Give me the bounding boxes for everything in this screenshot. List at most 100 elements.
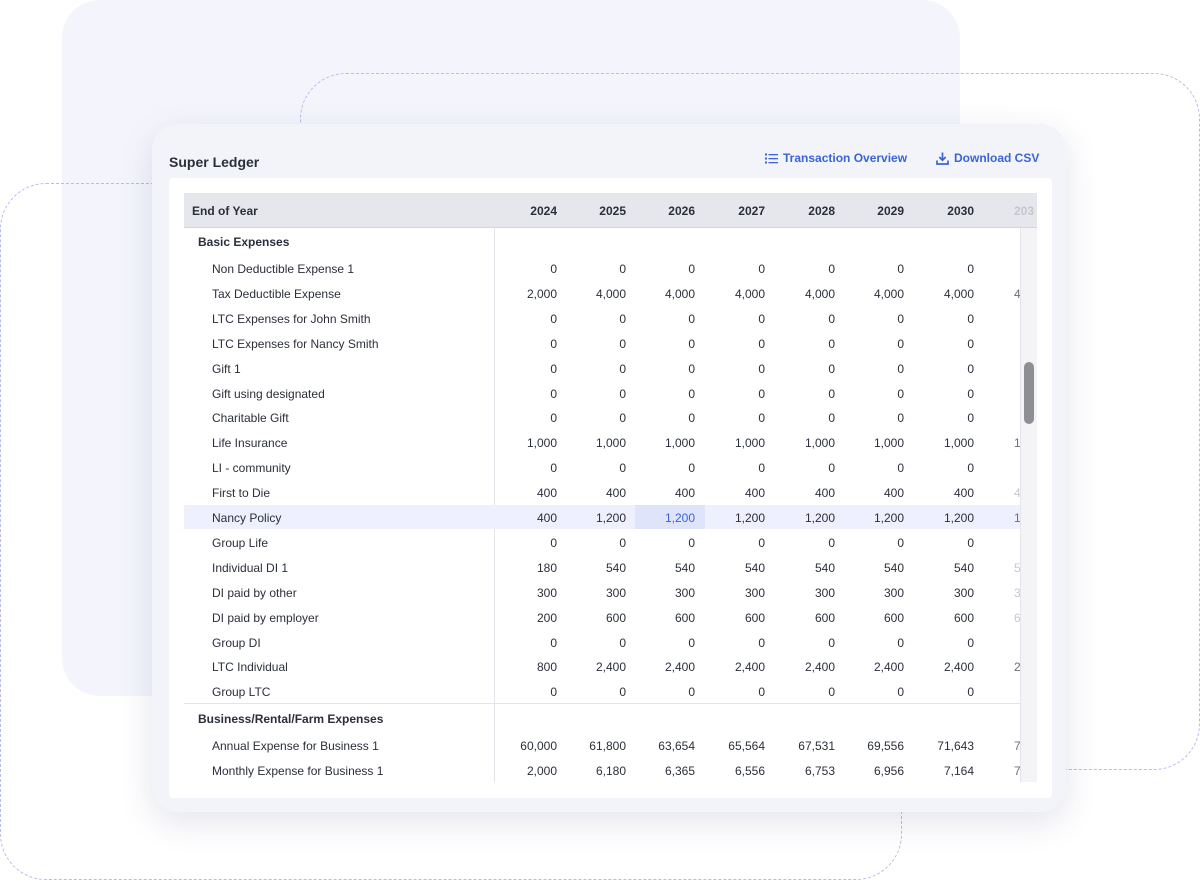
table-cell[interactable]: 0 (705, 312, 765, 326)
table-cell[interactable]: 0 (705, 636, 765, 650)
ledger-table[interactable]: End of Year 2024 2025 2026 2027 2028 2029 2030… (184, 193, 1037, 782)
table-row[interactable]: Group DI 0 0 0 0 0 0 0 (184, 630, 1020, 654)
table-cell[interactable]: 1,200 (775, 511, 835, 525)
table-row[interactable]: LTC Expenses for John Smith 0 0 0 0 0 0 0 (184, 306, 1020, 330)
table-cell[interactable]: 0 (914, 411, 974, 425)
table-cell[interactable]: 540 (705, 561, 765, 575)
table-cell[interactable]: 0 (914, 536, 974, 550)
table-cell[interactable]: 0 (705, 262, 765, 276)
table-cell[interactable]: 0 (914, 387, 974, 401)
table-cell[interactable]: 0 (497, 411, 557, 425)
table-cell[interactable]: 61,800 (566, 739, 626, 753)
table-cell[interactable]: 0 (914, 312, 974, 326)
table-cell[interactable]: 0 (775, 636, 835, 650)
table-cell[interactable]: 0 (705, 387, 765, 401)
table-cell[interactable]: 400 (497, 511, 557, 525)
table-row[interactable]: Gift 10000000 (184, 356, 1020, 380)
table-cell[interactable]: 6,180 (566, 764, 626, 778)
table-cell[interactable]: 2,000 (497, 764, 557, 778)
table-cell[interactable]: 0 (566, 312, 626, 326)
table-cell[interactable]: 600 (914, 611, 974, 625)
table-cell[interactable]: 0 (566, 362, 626, 376)
table-cell[interactable]: 0 (844, 685, 904, 699)
table-cell[interactable]: 540 (566, 561, 626, 575)
table-cell[interactable]: 540 (914, 561, 974, 575)
table-cell[interactable]: 1,000 (705, 436, 765, 450)
table-cell[interactable]: 0 (635, 636, 695, 650)
table-cell[interactable]: 0 (705, 461, 765, 475)
table-cell[interactable]: 300 (497, 586, 557, 600)
table-cell[interactable]: 300 (775, 586, 835, 600)
table-cell[interactable]: 0 (635, 411, 695, 425)
table-cell[interactable]: 0 (635, 312, 695, 326)
table-cell[interactable]: 0 (635, 362, 695, 376)
table-cell[interactable]: 0 (914, 461, 974, 475)
table-cell[interactable]: 0 (566, 636, 626, 650)
table-cell[interactable]: 0 (844, 461, 904, 475)
table-row[interactable]: DI paid by other30030030030030030030030 (184, 580, 1027, 604)
table-cell[interactable]: 400 (775, 486, 835, 500)
table-cell[interactable]: 71,643 (914, 739, 974, 753)
table-cell[interactable]: 0 (635, 461, 695, 475)
table-cell[interactable]: 0 (497, 636, 557, 650)
table-cell[interactable]: 0 (705, 685, 765, 699)
table-cell[interactable]: 6,365 (635, 764, 695, 778)
table-cell[interactable]: 1,000 (914, 436, 974, 450)
table-cell[interactable]: 63,654 (635, 739, 695, 753)
table-cell[interactable]: 0 (775, 337, 835, 351)
table-cell[interactable]: 0 (705, 536, 765, 550)
table-cell[interactable]: 1,200 (635, 511, 695, 525)
table-cell[interactable]: 6,753 (775, 764, 835, 778)
table-cell[interactable]: 200 (497, 611, 557, 625)
table-cell[interactable]: 0 (775, 262, 835, 276)
table-cell[interactable]: 2,400 (844, 660, 904, 674)
table-cell[interactable]: 0 (497, 536, 557, 550)
table-cell[interactable]: 4,000 (705, 287, 765, 301)
table-cell[interactable]: 2,400 (775, 660, 835, 674)
table-cell[interactable]: 300 (914, 586, 974, 600)
table-cell[interactable]: 2,000 (497, 287, 557, 301)
table-cell[interactable]: 300 (705, 586, 765, 600)
table-cell[interactable]: 0 (844, 362, 904, 376)
table-row[interactable]: Nancy Policy 400 1,200 1,200 1,200 1,200 1,200… (184, 505, 1037, 529)
table-cell[interactable]: 0 (775, 461, 835, 475)
table-cell[interactable]: 0 (497, 262, 557, 276)
table-cell[interactable]: 6,556 (705, 764, 765, 778)
table-row[interactable]: Group Life 0 0 0 0 0 0 0 (184, 530, 1020, 554)
table-cell[interactable]: 4,000 (914, 287, 974, 301)
download-csv-button[interactable]: Download CSV (936, 151, 1039, 165)
table-cell[interactable]: 2,400 (914, 660, 974, 674)
table-cell[interactable]: 0 (844, 636, 904, 650)
table-cell[interactable]: 400 (914, 486, 974, 500)
table-cell[interactable]: 600 (635, 611, 695, 625)
table-cell[interactable]: 300 (635, 586, 695, 600)
table-cell[interactable]: 0 (497, 312, 557, 326)
table-row[interactable]: Life Insurance 1,000 1,000 1,000 1,000 1,000 1… (184, 430, 1037, 454)
table-cell[interactable]: 400 (497, 486, 557, 500)
table-row[interactable]: Annual Expense for Business 1 60,000 61,80… (184, 733, 1037, 757)
table-cell[interactable]: 4,000 (844, 287, 904, 301)
table-row[interactable]: Monthly Expense for Business 1 2,000 6,180… (184, 758, 1037, 782)
table-cell[interactable]: 0 (775, 362, 835, 376)
table-cell[interactable]: 6,956 (844, 764, 904, 778)
table-cell[interactable]: 0 (705, 362, 765, 376)
table-cell[interactable]: 0 (844, 262, 904, 276)
table-cell[interactable]: 400 (566, 486, 626, 500)
table-cell[interactable]: 1,000 (775, 436, 835, 450)
table-cell[interactable]: 4,000 (775, 287, 835, 301)
table-cell[interactable]: 0 (497, 461, 557, 475)
table-row[interactable]: Individual DI 118054054054054054054054 (184, 555, 1027, 579)
table-cell[interactable]: 0 (635, 387, 695, 401)
table-cell[interactable]: 4,000 (566, 287, 626, 301)
table-cell[interactable]: 0 (844, 337, 904, 351)
table-cell[interactable]: 0 (566, 337, 626, 351)
table-cell[interactable]: 400 (705, 486, 765, 500)
table-cell[interactable]: 0 (566, 685, 626, 699)
table-cell[interactable]: 1,200 (705, 511, 765, 525)
table-cell[interactable]: 0 (497, 685, 557, 699)
table-row[interactable]: LTC Expenses for Nancy Smith 0 0 0 0 0 0 0 (184, 331, 1020, 355)
table-cell[interactable]: 0 (635, 536, 695, 550)
table-cell[interactable]: 2,400 (635, 660, 695, 674)
table-cell[interactable]: 600 (705, 611, 765, 625)
table-cell[interactable]: 7,164 (914, 764, 974, 778)
